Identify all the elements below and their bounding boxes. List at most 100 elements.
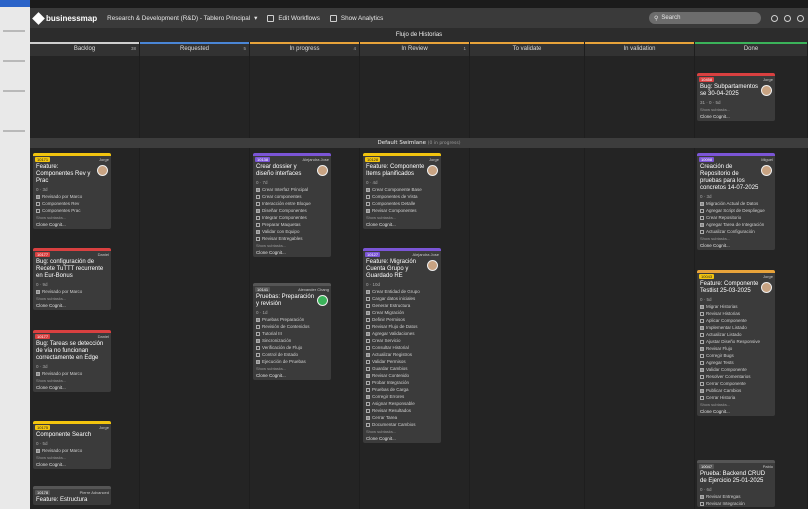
card-review-2[interactable]: 10127 Alejandra Jose Feature: Migración Cu…	[363, 248, 441, 443]
checkbox-icon[interactable]	[366, 422, 370, 427]
card-inprog-2[interactable]: 10141 Alexander Chang Pruebas: Preparación…	[253, 283, 331, 380]
swimlane-header[interactable]: Default Swimlane (0 in progress)	[30, 138, 808, 148]
show-subtasks-link[interactable]: Show subtasks...	[363, 214, 441, 221]
subtask-item[interactable]: Integrar Componentes	[253, 214, 331, 221]
show-subtasks-link[interactable]: Show subtasks...	[253, 242, 331, 249]
checkbox-icon[interactable]	[366, 187, 370, 192]
checkbox-icon[interactable]	[366, 380, 370, 385]
subtask-item[interactable]: Crear Interfaz Principal	[253, 186, 331, 193]
settings-icon[interactable]	[771, 14, 778, 22]
show-subtasks-link[interactable]: Show subtasks...	[697, 106, 775, 113]
subtask-item[interactable]: Implementar Listado	[697, 324, 775, 331]
checkbox-icon[interactable]	[36, 289, 40, 294]
avatar[interactable]	[761, 165, 772, 176]
avatar[interactable]	[317, 295, 328, 306]
subtask-item[interactable]: Diseñar Componentes	[253, 207, 331, 214]
checkbox-icon[interactable]	[700, 311, 704, 316]
checkbox-icon[interactable]	[366, 394, 370, 399]
board-selector[interactable]: Research & Development (R&D) - Tablero P…	[107, 15, 257, 22]
checkbox-icon[interactable]	[700, 332, 704, 337]
checkbox-icon[interactable]	[366, 324, 370, 329]
checkbox-icon[interactable]	[366, 208, 370, 213]
subtask-item[interactable]: Tutorial III	[253, 330, 331, 337]
card-footer-link[interactable]: Clone Cognit...	[697, 408, 775, 416]
subtask-item[interactable]: Componentes Prac	[33, 207, 111, 214]
checkbox-icon[interactable]	[366, 401, 370, 406]
checkbox-icon[interactable]	[700, 501, 704, 506]
checkbox-icon[interactable]	[700, 325, 704, 330]
show-analytics-button[interactable]: Show Analytics	[329, 14, 383, 22]
show-subtasks-link[interactable]: Show subtasks...	[33, 454, 111, 461]
card-backlog-4[interactable]: 10175 Jorge Componente Search 0 · 5d Revisad…	[33, 421, 111, 469]
subtask-item[interactable]: Validar Componente	[697, 366, 775, 373]
checkbox-icon[interactable]	[256, 222, 260, 227]
avatar[interactable]	[97, 165, 108, 176]
edit-workflows-button[interactable]: Edit Workflows	[267, 14, 320, 22]
checkbox-icon[interactable]	[700, 360, 704, 365]
subtask-item[interactable]: Revisado por Marco	[33, 370, 111, 377]
checkbox-icon[interactable]	[700, 494, 704, 499]
show-subtasks-link[interactable]: Show subtasks...	[33, 377, 111, 384]
checkbox-icon[interactable]	[700, 215, 704, 220]
checkbox-icon[interactable]	[700, 208, 704, 213]
checkbox-icon[interactable]	[366, 408, 370, 413]
column-header-in-review[interactable]: In Review 1	[360, 42, 470, 56]
avatar[interactable]	[761, 282, 772, 293]
card-footer-link[interactable]: Clone Cognit...	[33, 221, 111, 229]
checkbox-icon[interactable]	[700, 346, 704, 351]
checkbox-icon[interactable]	[36, 194, 40, 199]
subtask-item[interactable]: Cerrar Historia	[697, 394, 775, 401]
show-subtasks-link[interactable]: Show subtasks...	[253, 365, 331, 372]
checkbox-icon[interactable]	[256, 338, 260, 343]
subtask-item[interactable]: Componentes Detalle	[363, 200, 441, 207]
subtask-item[interactable]: Revisado por Marco	[33, 288, 111, 295]
checkbox-icon[interactable]	[366, 366, 370, 371]
card-backlog-5[interactable]: 10178 Pierre Advanced Feature: Estructura	[33, 486, 111, 505]
show-subtasks-link[interactable]: Show subtasks...	[33, 214, 111, 221]
checkbox-icon[interactable]	[366, 338, 370, 343]
column-header-in-validation[interactable]: In validation	[585, 42, 695, 56]
subtask-item[interactable]: Cerrar Componente	[697, 380, 775, 387]
subtask-item[interactable]: Definir Permisos	[363, 316, 441, 323]
subtask-item[interactable]: Publicar Cambios	[697, 387, 775, 394]
checkbox-icon[interactable]	[256, 187, 260, 192]
card-footer-link[interactable]: Clone Cognit...	[33, 384, 111, 392]
card-backlog-1[interactable]: 10171 Jorge Feature: Componentes Rev y Pra…	[33, 153, 111, 229]
subtask-item[interactable]: Revisar Flujo	[697, 345, 775, 352]
subtask-item[interactable]: Migrar Historias	[697, 303, 775, 310]
subtask-item[interactable]: Asignar Responsable	[363, 400, 441, 407]
subtask-item[interactable]: Control de Estado	[253, 351, 331, 358]
checkbox-icon[interactable]	[256, 194, 260, 199]
subtask-item[interactable]: Ejecución de Pruebas	[253, 358, 331, 365]
checkbox-icon[interactable]	[256, 331, 260, 336]
column-header-to-validate[interactable]: To validate	[470, 42, 585, 56]
card-backlog-3[interactable]: 10177 Daniel Bug: Tareas se detección de v…	[33, 330, 111, 392]
checkbox-icon[interactable]	[700, 339, 704, 344]
card-footer-link[interactable]: Clone Cognit...	[33, 302, 111, 310]
checkbox-icon[interactable]	[36, 371, 40, 376]
checkbox-icon[interactable]	[700, 374, 704, 379]
checkbox-icon[interactable]	[256, 201, 260, 206]
subtask-item[interactable]: Interacción entre Bloque	[253, 200, 331, 207]
subtask-item[interactable]: Revisar Flujo de Datos	[363, 323, 441, 330]
checkbox-icon[interactable]	[366, 194, 370, 199]
checkbox-icon[interactable]	[366, 415, 370, 420]
subtask-item[interactable]: Agregar Validaciones	[363, 330, 441, 337]
checkbox-icon[interactable]	[256, 352, 260, 357]
checkbox-icon[interactable]	[366, 359, 370, 364]
card-done-top[interactable]: 10458 Jorge Bug: Subpartamentos se 30-04-2…	[697, 73, 775, 121]
checkbox-icon[interactable]	[700, 229, 704, 234]
card-footer-link[interactable]: Clone Cognit...	[697, 242, 775, 250]
subtask-item[interactable]: Pruebas Preparación	[253, 316, 331, 323]
subtask-item[interactable]: Agregar Tarea de Integración	[697, 221, 775, 228]
subtask-item[interactable]: Verificación de Flujo	[253, 344, 331, 351]
checkbox-icon[interactable]	[36, 448, 40, 453]
checkbox-icon[interactable]	[256, 236, 260, 241]
card-inprog-1[interactable]: 10138 Alejandra Jose Crear dossier y diseñ…	[253, 153, 331, 257]
subtask-item[interactable]: Revisar Componentes	[363, 207, 441, 214]
checkbox-icon[interactable]	[366, 387, 370, 392]
subtask-item[interactable]: Sincronización	[253, 337, 331, 344]
show-subtasks-link[interactable]: Show subtasks...	[363, 428, 441, 435]
notifications-icon[interactable]	[797, 14, 804, 22]
checkbox-icon[interactable]	[256, 345, 260, 350]
